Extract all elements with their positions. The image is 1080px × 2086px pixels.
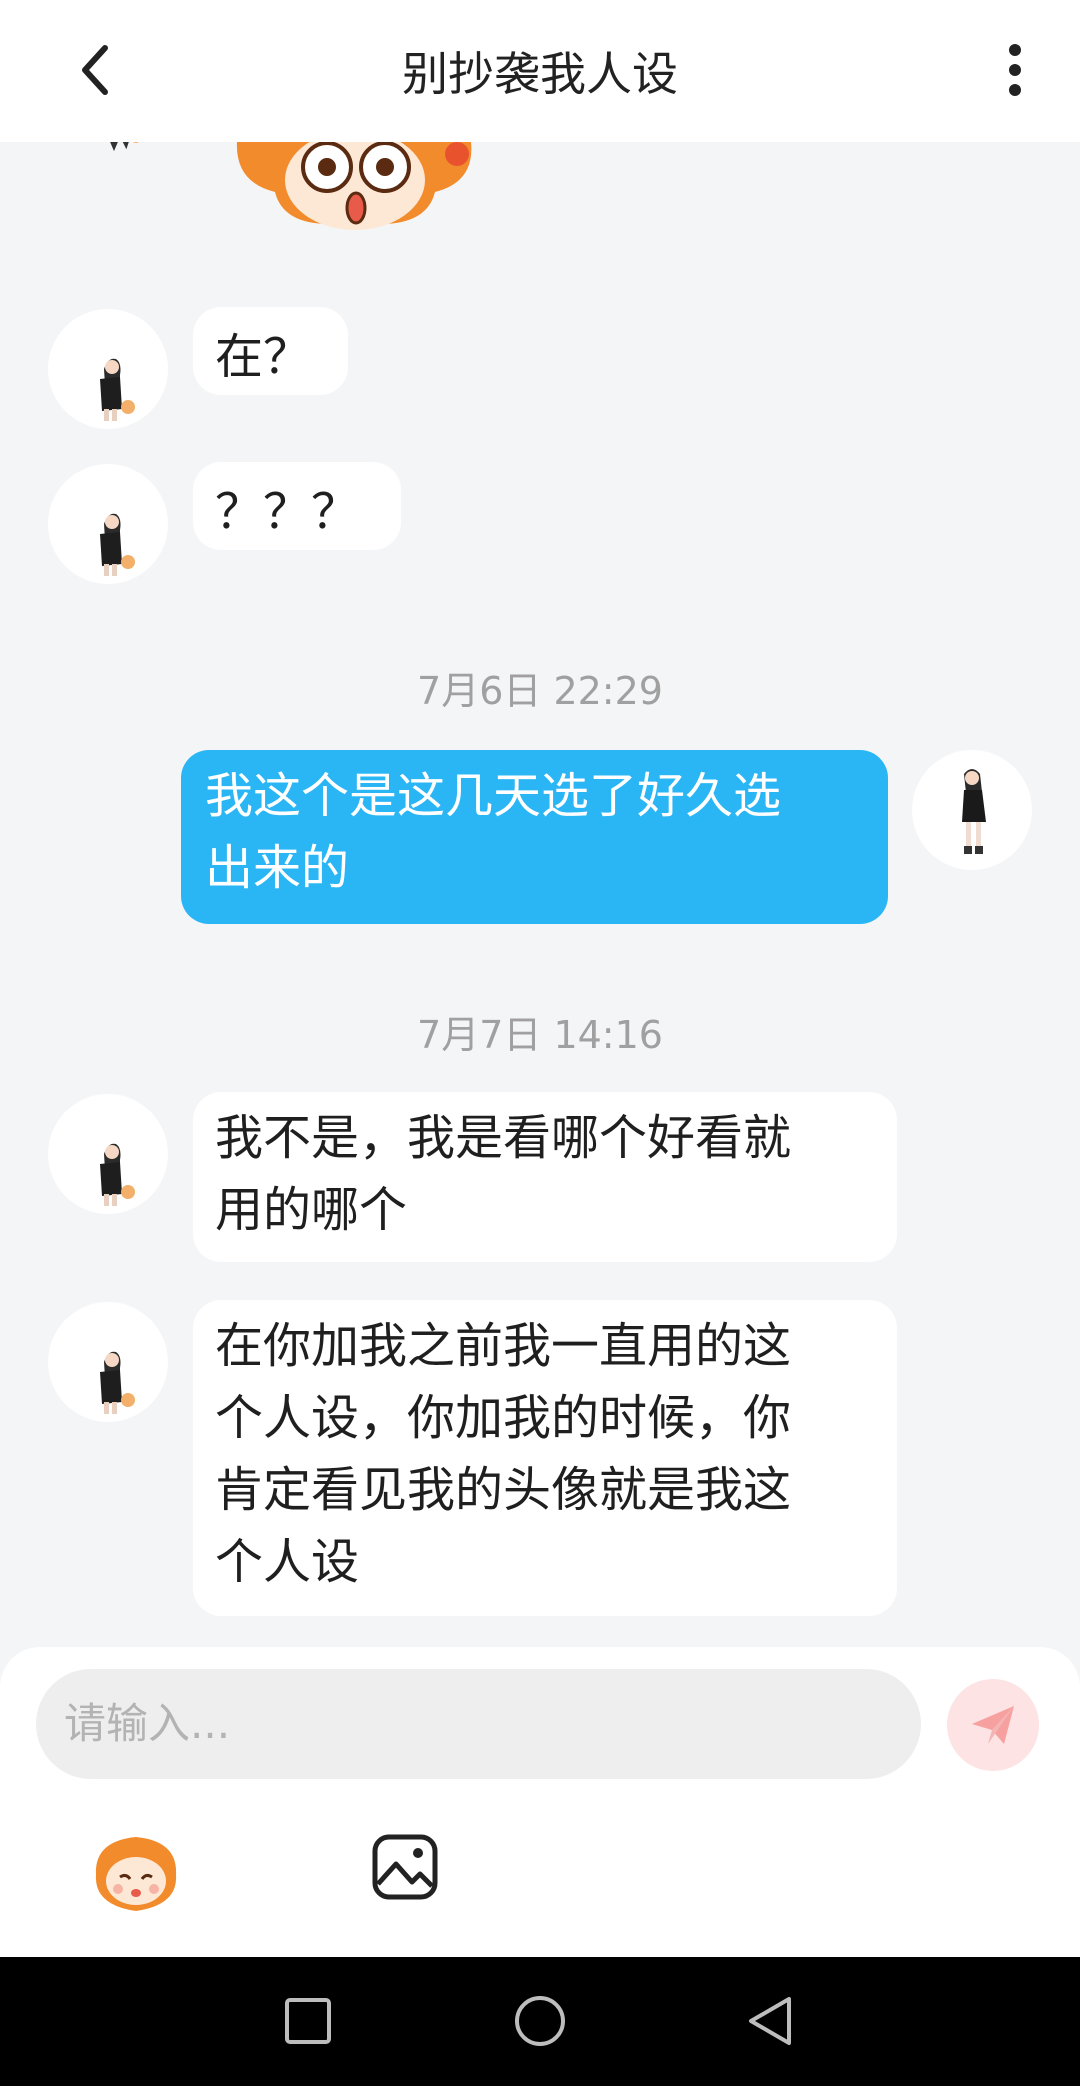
message-text: 在？ (215, 329, 312, 385)
more-options-button[interactable] (990, 30, 1040, 110)
sticker-cartoon-face (236, 142, 472, 230)
send-icon (972, 1706, 1014, 1744)
top-bar: 别抄袭我人设 (0, 0, 1080, 142)
composer: 请输入... (0, 1647, 1080, 1957)
message-text-line: 我不是，我是看哪个好看就 (215, 1110, 792, 1166)
avatar-self[interactable] (912, 750, 1032, 870)
timestamp: 7月7日 14:16 (417, 1013, 663, 1057)
home-icon (515, 1996, 565, 2046)
avatar-other[interactable] (48, 464, 168, 584)
home-button[interactable] (500, 1981, 580, 2061)
avatar-girl-standing-icon (962, 769, 986, 854)
avatar-girl-icon (100, 513, 135, 576)
avatar-girl-icon (100, 358, 135, 421)
system-navigation-bar (0, 1957, 1080, 2086)
timestamp: 7月6日 22:29 (417, 669, 663, 713)
message-text-line: 出来的 (205, 840, 350, 896)
image-icon (372, 1834, 438, 1900)
back-triangle-icon (749, 1997, 791, 2045)
emoji-button[interactable] (90, 1827, 182, 1919)
avatar-partial (110, 142, 139, 152)
message-bubble-self[interactable]: 我这个是这几天选了好久选 出来的 (181, 750, 888, 924)
avatar-girl-icon (100, 1351, 135, 1414)
recent-apps-button[interactable] (268, 1981, 348, 2061)
page-title: 别抄袭我人设 (402, 47, 678, 101)
system-back-button[interactable] (730, 1981, 810, 2061)
avatar-girl-icon (100, 1143, 135, 1206)
chat-area[interactable]: 在？ ？？？ 7月6日 22:29 我这个是这几天选了好久选 出来的 7月7日 … (0, 142, 1080, 1647)
message-text-line: 个人设 (215, 1534, 360, 1590)
avatar-other[interactable] (48, 309, 168, 429)
message-bubble-other[interactable]: 在你加我之前我一直用的这 个人设，你加我的时候，你 肯定看见我的头像就是我这 个… (193, 1300, 897, 1616)
send-button[interactable] (947, 1679, 1039, 1771)
message-text-line: 肯定看见我的头像就是我这 (215, 1462, 792, 1518)
more-vertical-icon (1009, 44, 1021, 96)
avatar-other[interactable] (48, 1302, 168, 1422)
emoji-sticker-icon (95, 1837, 177, 1911)
message-bubble-other[interactable]: ？？？ (193, 462, 401, 550)
message-text-line: 在你加我之前我一直用的这 (215, 1318, 792, 1374)
avatar-other[interactable] (48, 1094, 168, 1214)
message-text-line: 用的哪个 (215, 1182, 408, 1238)
message-text: ？？？ (215, 484, 360, 540)
message-bubble-other[interactable]: 我不是，我是看哪个好看就 用的哪个 (193, 1092, 897, 1262)
message-input[interactable]: 请输入... (36, 1669, 921, 1779)
message-text-line: 我这个是这几天选了好久选 (205, 768, 782, 824)
image-button[interactable] (370, 1832, 440, 1902)
recent-apps-icon (285, 1998, 331, 2044)
message-text-line: 个人设，你加我的时候，你 (215, 1390, 792, 1446)
message-bubble-other[interactable]: 在？ (193, 307, 348, 395)
